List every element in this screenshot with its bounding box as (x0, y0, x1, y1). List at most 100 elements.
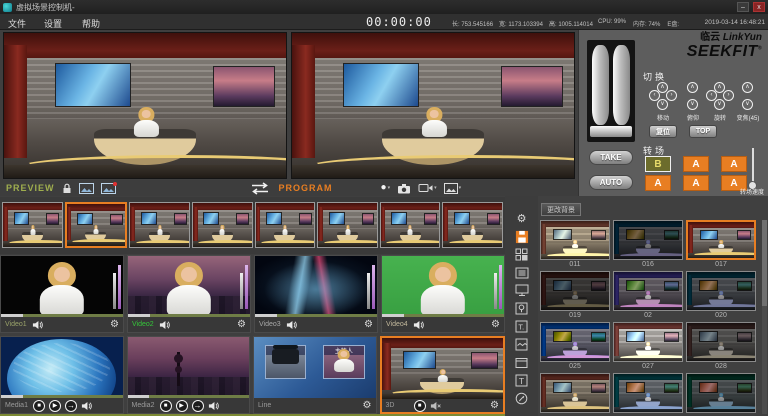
gear-icon[interactable]: ⚙ (110, 320, 119, 330)
speaker-icon[interactable] (81, 401, 92, 411)
scene-item[interactable]: 027 (613, 322, 683, 371)
shot-thumbnail[interactable] (2, 202, 63, 248)
snapshot-image-add-icon[interactable] (101, 183, 116, 194)
play-button[interactable]: ▶ (176, 400, 188, 412)
close-button[interactable]: x (753, 2, 765, 12)
menu-settings[interactable]: 设置 (44, 17, 62, 30)
pad-up-button[interactable]: ∧ (687, 82, 698, 93)
t-bar-handle[interactable] (590, 126, 632, 137)
shot-thumbnail[interactable] (255, 202, 316, 248)
picture-output-icon[interactable]: ▾ (444, 183, 462, 194)
layers-icon[interactable] (513, 336, 531, 353)
scene-item[interactable]: 02 (613, 271, 683, 320)
stop-button[interactable]: ■ (160, 400, 172, 412)
shot-thumbnail[interactable] (129, 202, 190, 248)
shot-thumbnail[interactable] (442, 202, 503, 248)
subtitle-small-icon[interactable]: T. (513, 318, 531, 335)
transition-button-a[interactable]: A (683, 175, 709, 191)
t-bar-fader[interactable] (587, 40, 635, 142)
speaker-muted-icon[interactable] (430, 401, 441, 411)
scene-item-selected[interactable]: 017 (686, 220, 756, 269)
video1-thumbnail[interactable] (1, 256, 123, 317)
transition-speed-slider[interactable] (747, 148, 759, 190)
next-button[interactable]: → (192, 400, 204, 412)
top-button[interactable]: TOP (689, 125, 717, 138)
text-icon[interactable]: T (513, 372, 531, 389)
t-bar-right-column[interactable] (613, 45, 630, 125)
playlist-icon[interactable] (513, 264, 531, 281)
phone-call-tile[interactable]: 电话连线 (265, 345, 306, 379)
pad-up-button[interactable]: ∧ (742, 82, 753, 93)
pad-left-button[interactable]: ‹ (649, 90, 660, 101)
shot-thumbnail-selected[interactable] (65, 202, 128, 248)
scene-item[interactable] (540, 373, 610, 416)
scene-grid-icon[interactable] (513, 246, 531, 263)
draw-icon[interactable] (513, 390, 531, 407)
pad-down-button[interactable]: ∨ (742, 99, 753, 110)
t-bar-left-column[interactable] (592, 45, 609, 125)
menu-help[interactable]: 帮助 (82, 17, 100, 30)
menu-file[interactable]: 文件 (8, 17, 26, 30)
auto-button[interactable]: AUTO (589, 175, 633, 190)
stop-button[interactable]: ■ (33, 400, 45, 412)
shot-thumbnail[interactable] (192, 202, 253, 248)
display-icon[interactable] (513, 282, 531, 299)
record-icon[interactable]: ●▾ (381, 183, 391, 193)
speaker-icon[interactable] (208, 401, 219, 411)
reset-button[interactable]: 复位 (649, 125, 677, 138)
pad-down-button[interactable]: ∨ (687, 99, 698, 110)
scrollbar-thumb[interactable] (762, 220, 767, 306)
camcorder-icon[interactable]: ▾ (418, 183, 437, 193)
media1-thumbnail[interactable] (1, 337, 123, 398)
settings-icon[interactable]: ⚙ (513, 210, 531, 227)
transition-button-b[interactable]: B (645, 156, 671, 172)
pad-down-button[interactable]: ∨ (657, 99, 668, 110)
scene-item[interactable]: 019 (540, 271, 610, 320)
scene3d-thumbnail[interactable] (382, 338, 504, 399)
change-background-button[interactable]: 更改背景 (541, 203, 581, 216)
light-icon[interactable] (513, 300, 531, 317)
gear-icon[interactable]: ⚙ (237, 320, 246, 330)
shot-thumbnail[interactable] (317, 202, 378, 248)
scene-item[interactable]: 011 (540, 220, 610, 269)
pad-right-button[interactable]: › (666, 90, 677, 101)
scene-scrollbar[interactable] (762, 220, 767, 414)
scene-item[interactable]: 020 (686, 271, 756, 320)
save-icon[interactable] (513, 228, 531, 245)
transition-button-a[interactable]: A (683, 156, 709, 172)
scene-item[interactable]: 025 (540, 322, 610, 371)
line-thumbnail[interactable]: 电话连线 主持人 (254, 337, 376, 398)
snapshot-camera-icon[interactable] (397, 183, 411, 194)
video4-thumbnail[interactable] (382, 256, 504, 317)
speaker-icon[interactable] (32, 320, 43, 330)
gear-icon[interactable]: ⚙ (490, 401, 499, 411)
video3-thumbnail[interactable] (255, 256, 377, 317)
stop-button[interactable]: ■ (414, 400, 426, 412)
snapshot-image-icon[interactable] (79, 183, 94, 194)
pad-right-button[interactable]: › (723, 90, 734, 101)
pad-down-button[interactable]: ∨ (714, 99, 725, 110)
window-icon[interactable] (513, 354, 531, 371)
gear-icon[interactable]: ⚙ (363, 401, 372, 411)
host-tile[interactable]: 主持人 (323, 345, 364, 379)
video2-thumbnail[interactable] (128, 256, 250, 317)
take-button[interactable]: TAKE (589, 150, 633, 165)
pad-left-button[interactable]: ‹ (706, 90, 717, 101)
scene-item[interactable] (686, 373, 756, 416)
speaker-icon[interactable] (286, 320, 297, 330)
minimize-button[interactable]: – (737, 2, 749, 12)
gear-icon[interactable]: ⚙ (364, 320, 373, 330)
lock-icon[interactable] (62, 183, 72, 194)
scene-item[interactable]: 016 (613, 220, 683, 269)
shot-thumbnail[interactable] (380, 202, 441, 248)
scene-item[interactable] (613, 373, 683, 416)
transition-button-a[interactable]: A (721, 156, 747, 172)
gear-icon[interactable]: ⚙ (491, 320, 500, 330)
swap-transition-icon[interactable] (248, 182, 272, 195)
speaker-icon[interactable] (413, 320, 424, 330)
play-button[interactable]: ▶ (49, 400, 61, 412)
media2-thumbnail[interactable] (128, 337, 250, 398)
scene-item[interactable]: 028 (686, 322, 756, 371)
transition-button-a[interactable]: A (645, 175, 671, 191)
next-button[interactable]: → (65, 400, 77, 412)
